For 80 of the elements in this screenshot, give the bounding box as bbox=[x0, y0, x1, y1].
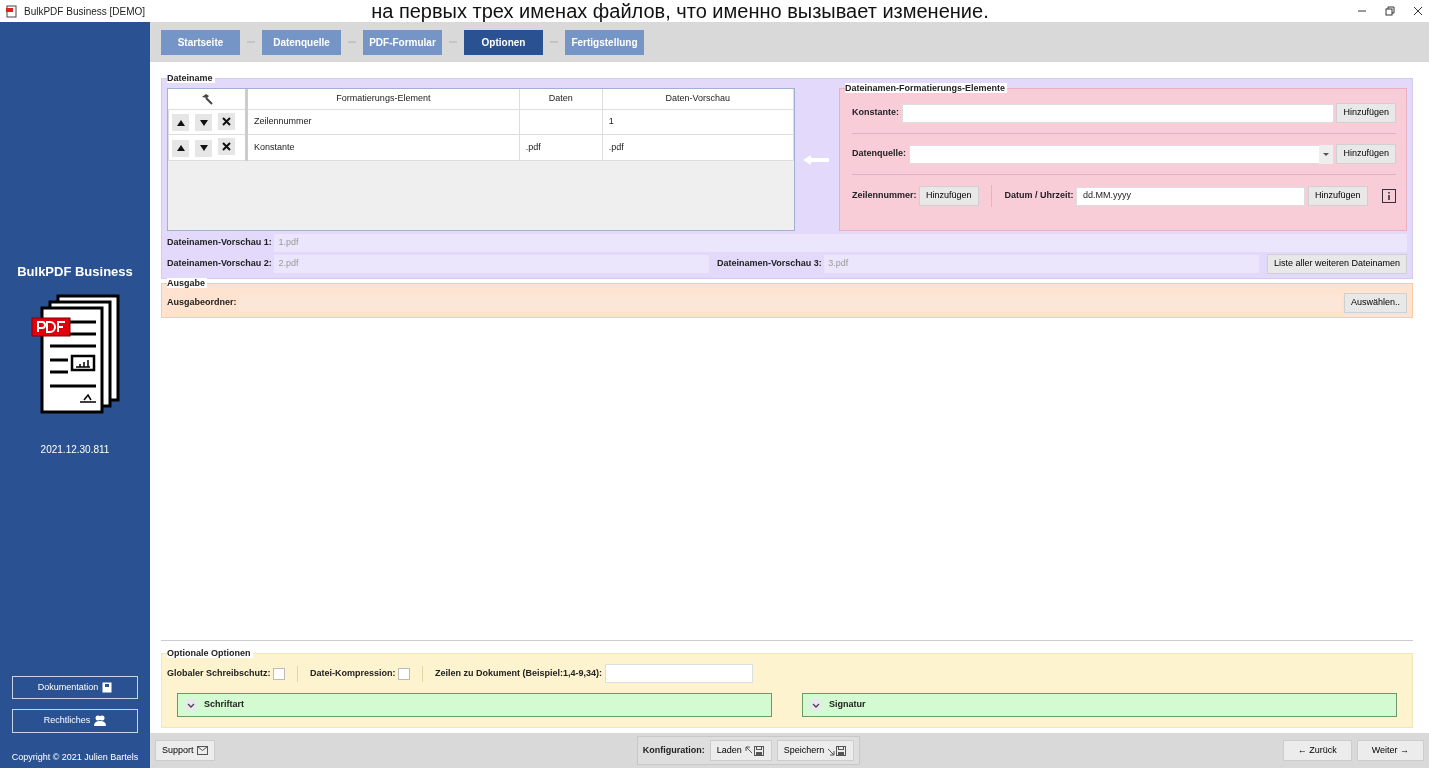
move-down-button[interactable] bbox=[195, 139, 212, 157]
field-label: Zeilennummer: bbox=[852, 189, 917, 203]
preview-field: 3.pdf bbox=[824, 255, 1260, 273]
field-label: Dateinamen-Vorschau 1: bbox=[167, 235, 272, 249]
column-header: Daten bbox=[519, 89, 603, 109]
field-label: Konstante: bbox=[852, 106, 899, 120]
sidebar-button[interactable]: Dokumentation bbox=[12, 675, 138, 699]
field-label: Datei-Kompression: bbox=[310, 666, 396, 680]
add-button[interactable]: Hinzufügen bbox=[1307, 186, 1368, 206]
section-title: Optionale Optionen bbox=[167, 648, 253, 658]
select-button[interactable]: Auswählen.. bbox=[1343, 293, 1407, 313]
up-triangle-icon bbox=[176, 145, 185, 151]
step-tab[interactable]: Optionen bbox=[464, 29, 543, 55]
sidebar-button[interactable]: Rechtliches bbox=[12, 709, 138, 733]
chevron-down-icon bbox=[809, 698, 823, 712]
save-icon bbox=[827, 745, 848, 756]
left-arrow-icon bbox=[803, 154, 829, 165]
load-button[interactable]: Laden bbox=[709, 740, 772, 761]
add-button[interactable]: Hinzufügen bbox=[919, 186, 979, 206]
up-triangle-icon bbox=[176, 119, 185, 126]
app-name: BulkPDF Business bbox=[17, 263, 133, 281]
document-icon bbox=[102, 681, 113, 693]
mail-icon bbox=[196, 746, 208, 755]
move-up-button[interactable] bbox=[172, 114, 189, 131]
add-button[interactable]: Hinzufügen bbox=[1336, 144, 1396, 164]
table-cell: Zeilennummer bbox=[254, 116, 312, 126]
move-down-button[interactable] bbox=[195, 114, 212, 131]
chevron-down-icon bbox=[184, 698, 198, 712]
field-label: Zeilen zu Dokument (Beispiel:1,4-9,34): bbox=[435, 666, 603, 680]
table-cell: .pdf bbox=[608, 141, 624, 152]
people-icon bbox=[94, 715, 107, 727]
restore-icon[interactable] bbox=[1385, 6, 1395, 16]
table-cell: 1 bbox=[608, 116, 614, 126]
expander-header[interactable]: Schriftart bbox=[177, 693, 772, 717]
table-cell: .pdf bbox=[525, 141, 541, 152]
remove-button[interactable] bbox=[218, 138, 235, 155]
column-header: Formatierungs-Element bbox=[246, 89, 520, 109]
section-title: Dateinamen-Formatierungs-Elemente bbox=[845, 83, 1008, 93]
close-icon bbox=[222, 116, 231, 126]
checkbox[interactable] bbox=[273, 667, 286, 680]
preview-field: 1.pdf bbox=[274, 233, 1407, 252]
close-icon[interactable] bbox=[1413, 6, 1423, 16]
hammer-icon bbox=[200, 92, 213, 105]
remove-button[interactable] bbox=[218, 112, 235, 130]
field-label: Ausgabeordner: bbox=[167, 296, 237, 310]
window-title: BulkPDF Business [DEMO] bbox=[24, 4, 146, 19]
save-button[interactable]: Speichern bbox=[776, 740, 855, 761]
load-icon bbox=[744, 745, 765, 756]
field-label: Datenquelle: bbox=[852, 147, 906, 161]
info-icon[interactable] bbox=[1382, 189, 1396, 203]
support-button[interactable]: Support bbox=[155, 740, 215, 761]
dropdown-caret-icon bbox=[1318, 144, 1333, 164]
checkbox[interactable] bbox=[398, 667, 411, 680]
config-label: Konfiguration: bbox=[642, 743, 705, 757]
column-header: Daten-Vorschau bbox=[602, 89, 794, 109]
close-icon bbox=[222, 142, 231, 151]
preview-field: 2.pdf bbox=[274, 255, 710, 273]
field-label: Dateinamen-Vorschau 2: bbox=[167, 257, 272, 271]
down-triangle-icon bbox=[199, 145, 208, 151]
down-triangle-icon bbox=[199, 119, 208, 126]
add-button[interactable]: Hinzufügen bbox=[1336, 103, 1396, 123]
table-cell: Konstante bbox=[254, 141, 295, 152]
expander-header[interactable]: Signatur bbox=[802, 693, 1397, 717]
field-label: Datum / Uhrzeit: bbox=[1004, 189, 1074, 203]
next-button[interactable]: Weiter → bbox=[1356, 740, 1424, 761]
copyright-text: Copyright © 2021 Julien Bartels bbox=[11, 750, 139, 764]
text-field[interactable] bbox=[901, 103, 1334, 123]
app-icon bbox=[6, 4, 18, 18]
dropdown-field[interactable] bbox=[908, 144, 1334, 164]
section-title: Dateiname bbox=[167, 73, 215, 83]
list-button[interactable]: Liste aller weiteren Dateinamen bbox=[1266, 254, 1407, 274]
section-title: Ausgabe bbox=[167, 278, 207, 288]
move-up-button[interactable] bbox=[172, 139, 189, 157]
date-format-field[interactable]: dd.MM.yyyy bbox=[1076, 186, 1306, 206]
field-label: Globaler Schreibschutz: bbox=[167, 666, 271, 680]
field-label: Dateinamen-Vorschau 3: bbox=[716, 257, 822, 271]
caption-text: на первых трех именах файлов, что именно вызывает изменение. bbox=[371, 1, 989, 21]
rows-field[interactable] bbox=[604, 664, 753, 683]
version-label: 2021.12.30.811 bbox=[40, 442, 110, 457]
back-button[interactable]: ← Zurück bbox=[1282, 740, 1352, 761]
